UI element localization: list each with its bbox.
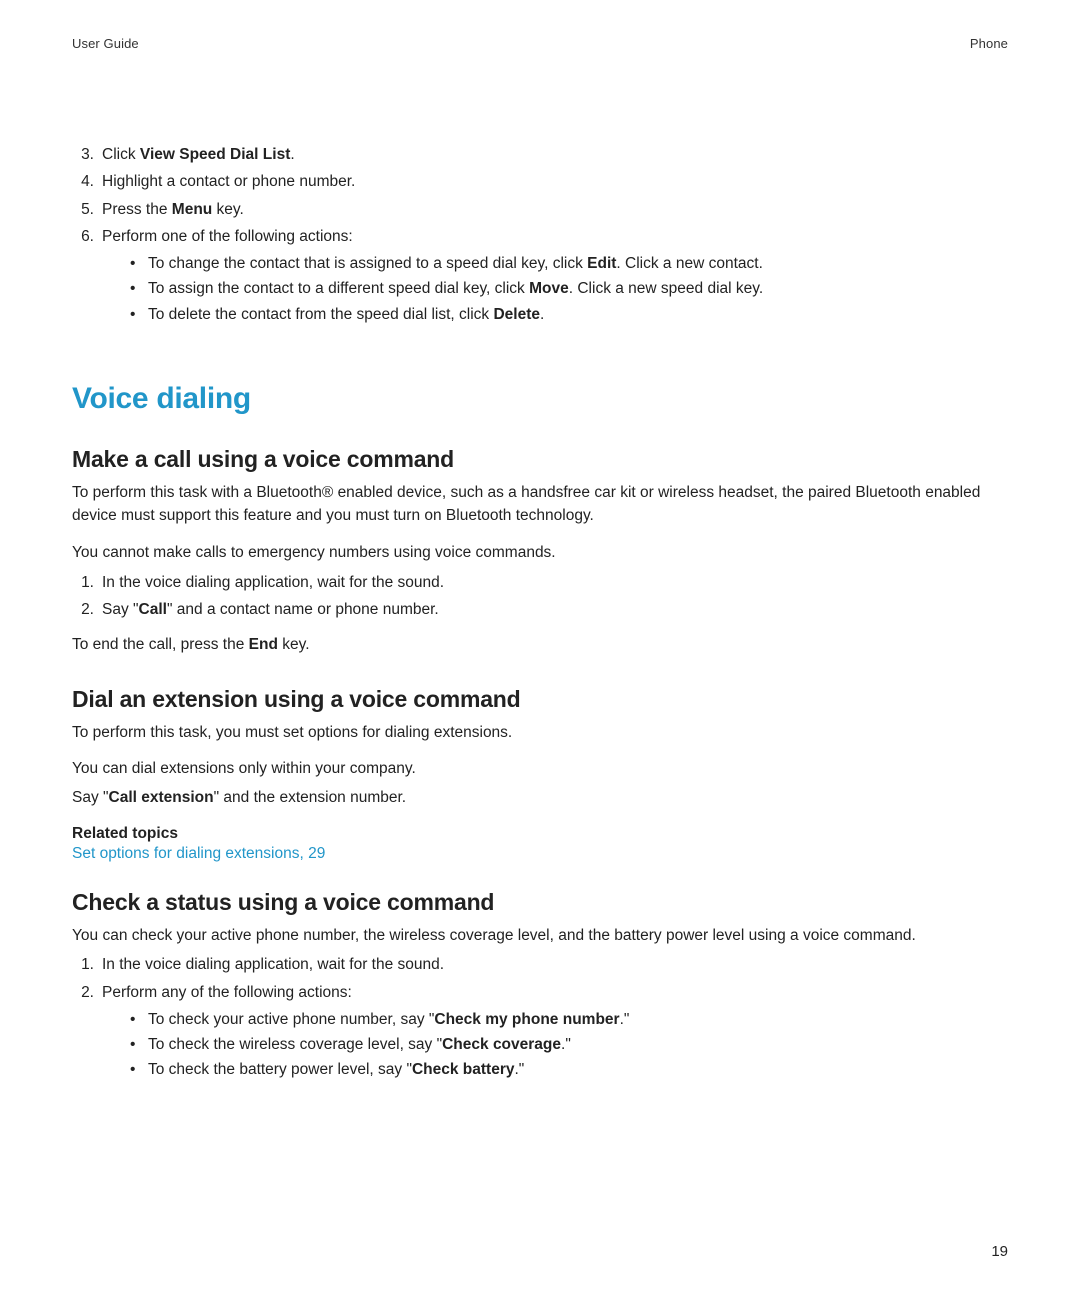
step-text: Perform any of the following actions:	[102, 984, 352, 1001]
list-item: 4. Highlight a contact or phone number.	[72, 170, 1008, 193]
step-text: Say "Call" and a contact name or phone n…	[102, 601, 439, 618]
paragraph: You can check your active phone number, …	[72, 924, 1008, 947]
step-text: Press the Menu key.	[102, 201, 244, 218]
sub-list-item: To check the battery power level, say "C…	[130, 1058, 1008, 1081]
step-text: In the voice dialing application, wait f…	[102, 574, 444, 591]
header-left: User Guide	[72, 36, 139, 51]
step-text: Perform one of the following actions:	[102, 228, 353, 245]
topic-heading-dial-extension: Dial an extension using a voice command	[72, 686, 1008, 713]
make-call-steps: 1. In the voice dialing application, wai…	[72, 571, 1008, 622]
list-item: 5. Press the Menu key.	[72, 198, 1008, 221]
list-item: 2. Say "Call" and a contact name or phon…	[72, 598, 1008, 621]
section-heading-voice-dialing: Voice dialing	[72, 382, 1008, 416]
topic-heading-make-call: Make a call using a voice command	[72, 446, 1008, 473]
related-topics-heading: Related topics	[72, 825, 1008, 843]
paragraph: Say "Call extension" and the extension n…	[72, 786, 1008, 809]
list-item: 1. In the voice dialing application, wai…	[72, 571, 1008, 594]
paragraph: To perform this task with a Bluetooth® e…	[72, 481, 1008, 528]
speed-dial-steps: 3. Click View Speed Dial List. 4. Highli…	[72, 143, 1008, 326]
sub-list-item: To delete the contact from the speed dia…	[130, 303, 1008, 326]
step-text: Highlight a contact or phone number.	[102, 173, 355, 190]
paragraph: You can dial extensions only within your…	[72, 757, 1008, 780]
sub-list-item: To check your active phone number, say "…	[130, 1008, 1008, 1031]
related-link-set-options[interactable]: Set options for dialing extensions, 29	[72, 845, 325, 863]
list-item: 3. Click View Speed Dial List.	[72, 143, 1008, 166]
header-right: Phone	[970, 36, 1008, 51]
paragraph: You cannot make calls to emergency numbe…	[72, 541, 1008, 564]
step-text: In the voice dialing application, wait f…	[102, 956, 444, 973]
page-number: 19	[991, 1243, 1008, 1260]
sub-list: To check your active phone number, say "…	[130, 1008, 1008, 1082]
topic-heading-check-status: Check a status using a voice command	[72, 889, 1008, 916]
list-item: 6. Perform one of the following actions:…	[72, 225, 1008, 326]
list-item: 2. Perform any of the following actions:…	[72, 981, 1008, 1082]
sub-list-item: To assign the contact to a different spe…	[130, 277, 1008, 300]
paragraph: To perform this task, you must set optio…	[72, 721, 1008, 744]
sub-list-item: To change the contact that is assigned t…	[130, 252, 1008, 275]
page-root: User Guide Phone 3. Click View Speed Dia…	[0, 0, 1080, 1296]
check-status-steps: 1. In the voice dialing application, wai…	[72, 953, 1008, 1081]
sub-list: To change the contact that is assigned t…	[130, 252, 1008, 326]
page-header: User Guide Phone	[72, 36, 1008, 51]
sub-list-item: To check the wireless coverage level, sa…	[130, 1033, 1008, 1056]
paragraph: To end the call, press the End key.	[72, 633, 1008, 656]
step-text: Click View Speed Dial List.	[102, 146, 295, 163]
list-item: 1. In the voice dialing application, wai…	[72, 953, 1008, 976]
